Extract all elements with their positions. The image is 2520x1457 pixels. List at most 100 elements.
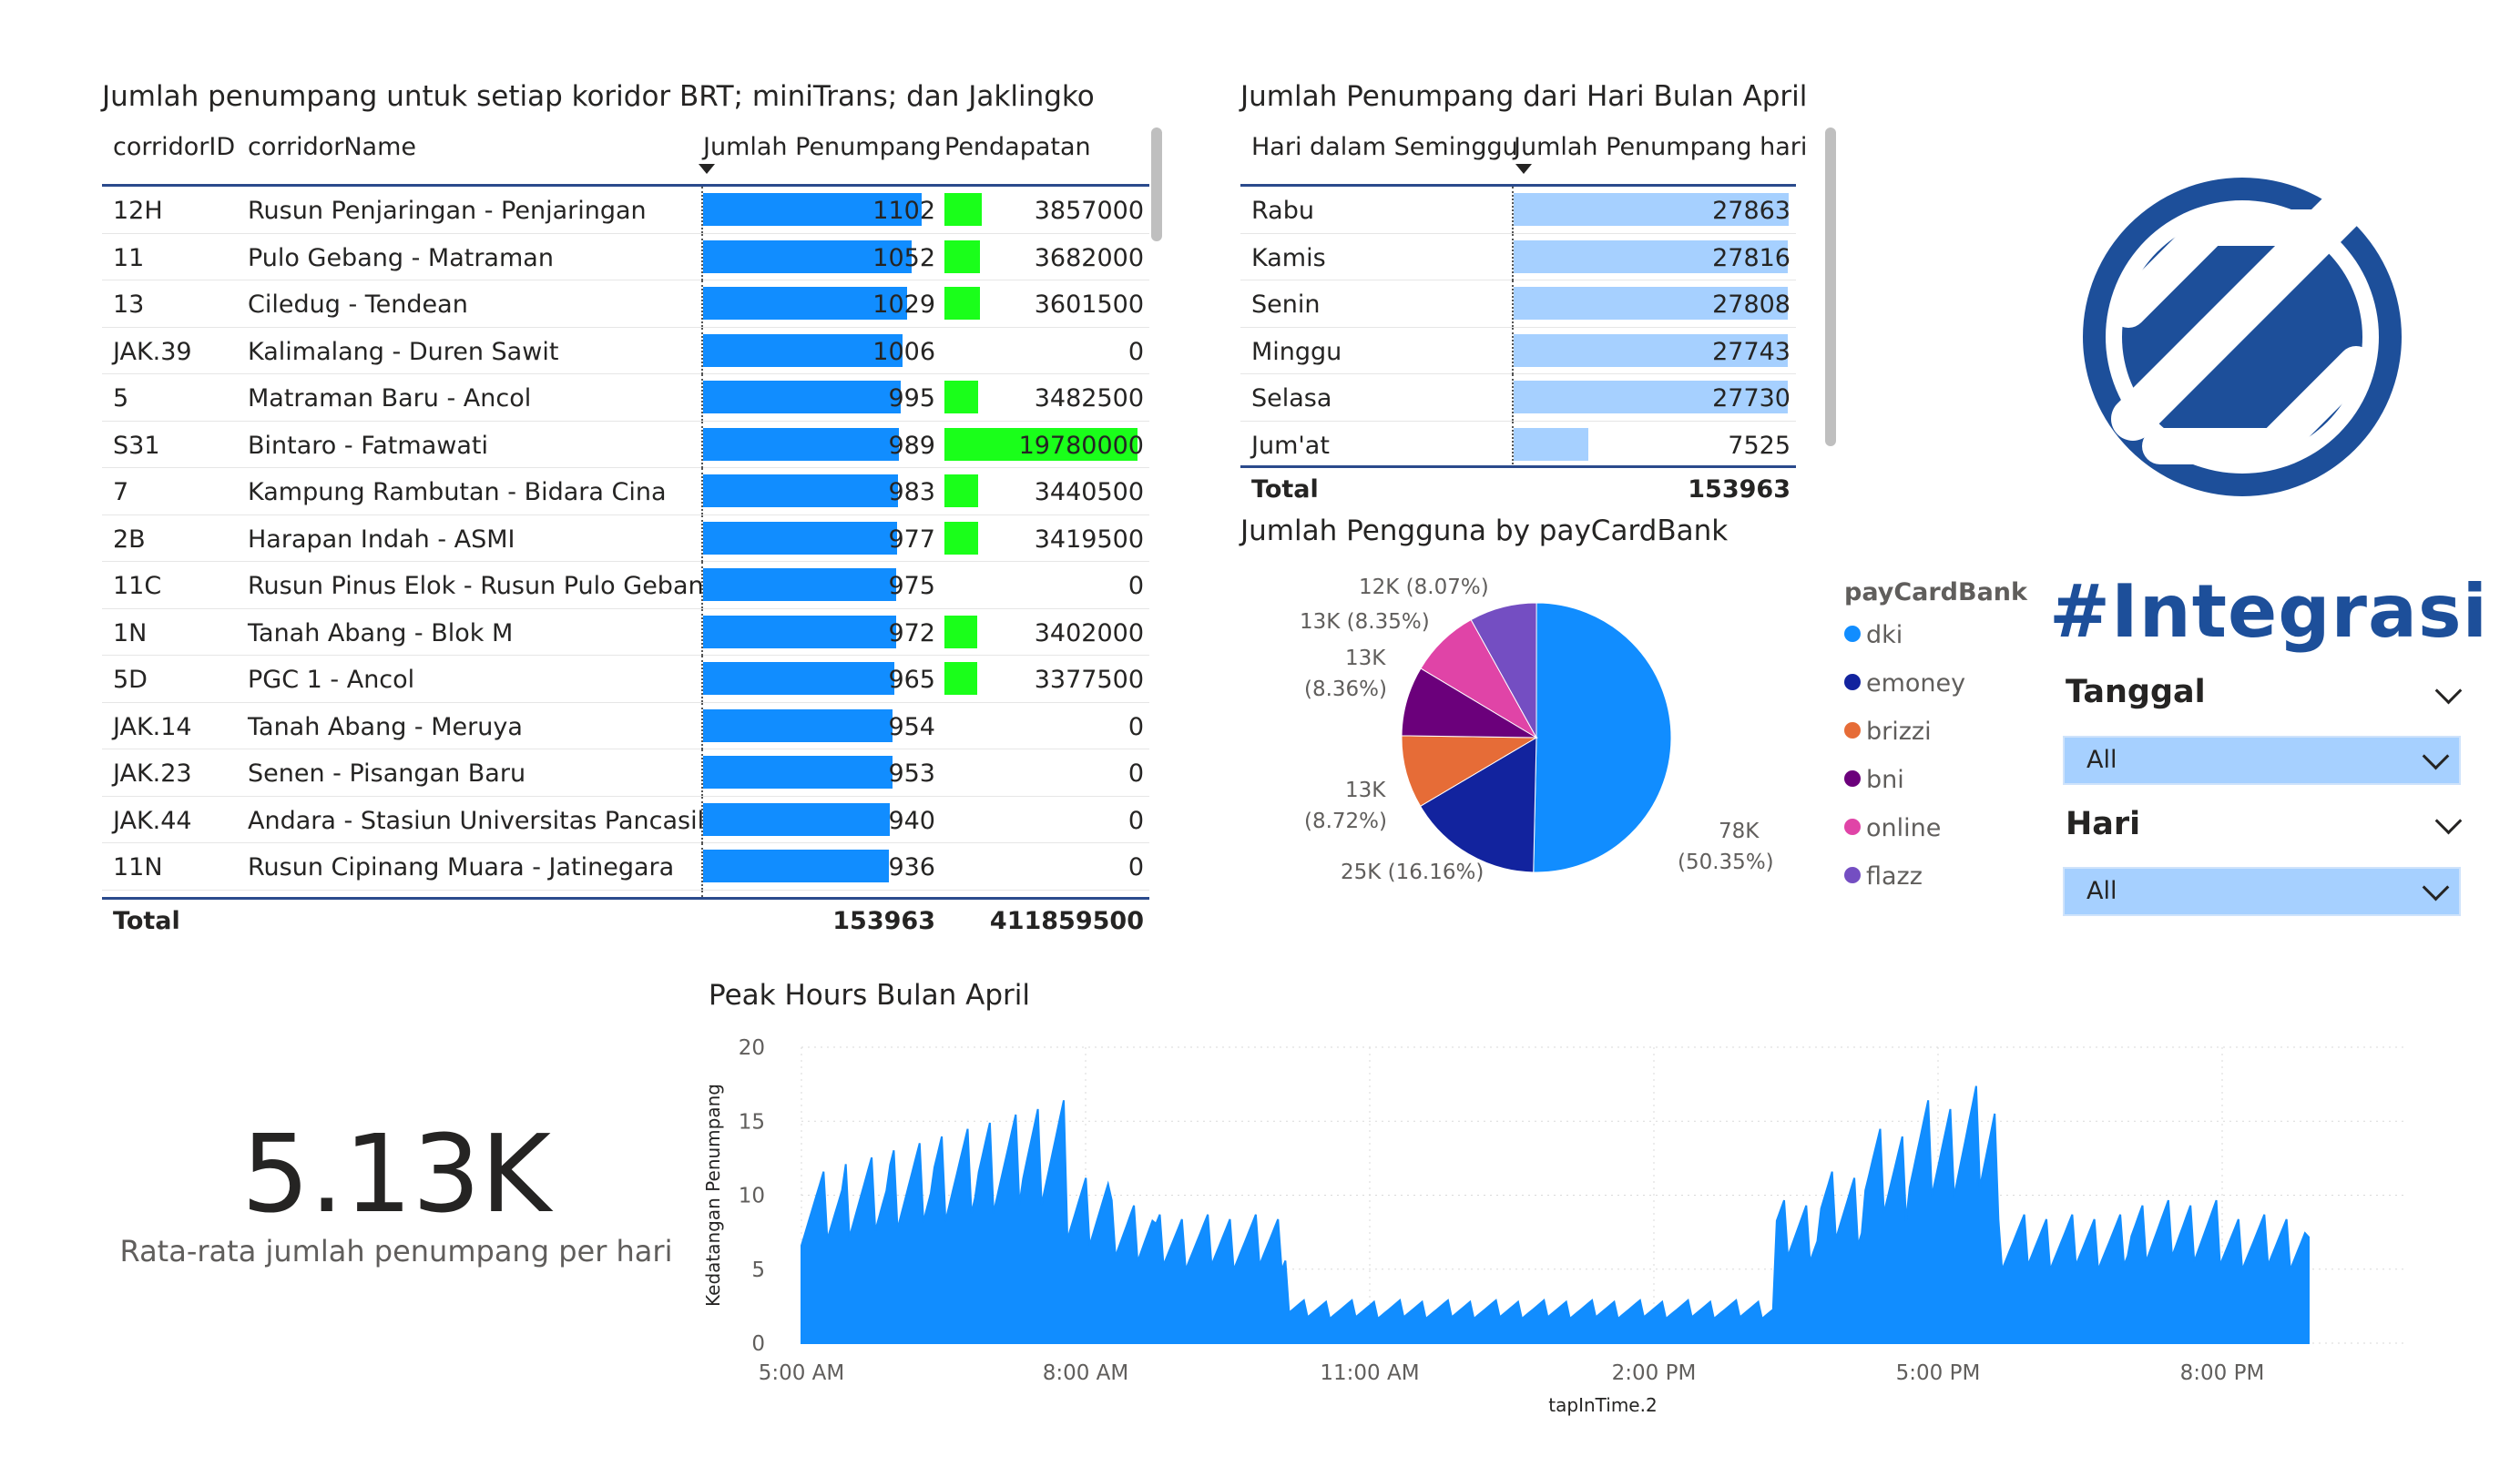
corridor-table-body: 12H Rusun Penjaringan - Penjaringan 1102 38…	[102, 187, 1149, 900]
corridor-table-scrollbar[interactable]	[1151, 127, 1162, 241]
table-row[interactable]: 11 Pulo Gebang - Matraman 1052 3682000	[102, 233, 1149, 280]
legend-dot-icon	[1844, 818, 1861, 835]
table-row[interactable]: 2B Harapan Indah - ASMI 977 3419500	[102, 515, 1149, 562]
bar-axis	[701, 562, 703, 608]
pendapatan-bar	[944, 521, 978, 555]
legend-label: emoney	[1866, 669, 1966, 698]
table-row[interactable]: 13 Ciledug - Tendean 1029 3601500	[102, 280, 1149, 328]
corridor-table-header: corridorID corridorName Jumlah Penumpang…	[102, 120, 1149, 187]
corridor-id: 11N	[113, 853, 163, 881]
corridor-id: 12H	[113, 197, 163, 225]
legend-dot-icon	[1844, 673, 1861, 690]
table-row[interactable]: JAK.14 Tanah Abang - Meruya 954 0	[102, 702, 1149, 749]
slicer-hari[interactable]: Hari	[2066, 806, 2463, 842]
table-row[interactable]: Minggu 27743	[1240, 327, 1796, 374]
slicer-tanggal-dropdown[interactable]: All	[2063, 736, 2461, 785]
col-jumlah-penumpang-hari[interactable]: Jumlah Penumpang hari	[1514, 133, 1807, 161]
col-pendapatan[interactable]: Pendapatan	[944, 133, 1091, 161]
penumpang-bar	[703, 521, 897, 555]
penumpang-value: 940	[888, 806, 935, 835]
corridor-name: PGC 1 - Ancol	[248, 666, 415, 694]
table-row[interactable]: JAK.39 Kalimalang - Duren Sawit 1006 0	[102, 327, 1149, 374]
chevron-down-icon[interactable]	[2434, 677, 2463, 705]
corridor-id: JAK.44	[113, 806, 192, 835]
legend-dot-icon	[1844, 625, 1861, 642]
corridor-name: Bintaro - Fatmawati	[248, 431, 488, 460]
day-table-scrollbar[interactable]	[1825, 127, 1836, 446]
table-row[interactable]: 7 Kampung Rambutan - Bidara Cina 983 344050…	[102, 468, 1149, 515]
pendapatan-value: 3601500	[1034, 290, 1144, 319]
legend-item-bni[interactable]: bni	[1844, 766, 1904, 794]
corridor-table: corridorID corridorName Jumlah Penumpang…	[102, 120, 1149, 945]
table-row[interactable]: 5 Matraman Baru - Ancol 995 3482500	[102, 374, 1149, 422]
table-row[interactable]: JAK.23 Senen - Pisangan Baru 953 0	[102, 749, 1149, 797]
table-row[interactable]: JAK.11Tanah Abang - Kebayoran Lama9290	[102, 890, 1149, 897]
pendapatan-bar	[944, 239, 981, 273]
day-value: 27816	[1712, 243, 1791, 272]
slicer-tanggal[interactable]: Tanggal	[2066, 674, 2463, 710]
col-corridor-name[interactable]: corridorName	[248, 133, 416, 161]
corridor-table-title: Jumlah penumpang untuk setiap koridor BR…	[102, 80, 1095, 113]
penumpang-value: 954	[888, 712, 935, 741]
penumpang-value: 989	[888, 431, 935, 460]
table-row[interactable]: JAK.44 Andara - Stasiun Universitas Panca…	[102, 796, 1149, 843]
penumpang-bar	[703, 381, 901, 413]
corridor-id: JAK.14	[113, 712, 192, 741]
pendapatan-value: 0	[1127, 806, 1144, 835]
legend-item-emoney[interactable]: emoney	[1844, 669, 1965, 698]
legend-item-flazz[interactable]: flazz	[1844, 862, 1923, 891]
penumpang-bar	[703, 850, 889, 882]
table-row[interactable]: 11N Rusun Cipinang Muara - Jatinegara 936 0	[102, 843, 1149, 891]
bar-axis	[1512, 187, 1514, 233]
legend-title: payCardBank	[1844, 578, 2027, 606]
col-jumlah-penumpang[interactable]: Jumlah Penumpang	[703, 133, 942, 161]
day-name: Kamis	[1251, 243, 1326, 272]
table-row[interactable]: Selasa 27730	[1240, 374, 1796, 422]
table-row[interactable]: 12H Rusun Penjaringan - Penjaringan 1102 38…	[102, 187, 1149, 234]
table-row[interactable]: Rabu 27863	[1240, 187, 1796, 234]
slicer-tanggal-value: All	[2086, 746, 2117, 774]
y-tick-label: 10	[739, 1185, 765, 1208]
corridor-name: Tanah Abang - Meruya	[248, 712, 523, 741]
penumpang-value: 1052	[872, 243, 935, 272]
pendapatan-value: 0	[1127, 712, 1144, 741]
penumpang-value: 975	[888, 572, 935, 600]
slicer-hari-dropdown[interactable]: All	[2063, 867, 2461, 916]
table-row[interactable]: 5D PGC 1 - Ancol 965 3377500	[102, 656, 1149, 703]
pie-slice-dki[interactable]	[1533, 602, 1672, 873]
col-corridor-id[interactable]: corridorID	[113, 133, 235, 161]
corridor-name: Ciledug - Tendean	[248, 290, 468, 319]
legend-item-online[interactable]: online	[1844, 814, 1941, 842]
legend-item-brizzi[interactable]: brizzi	[1844, 718, 1932, 746]
day-value: 27743	[1712, 337, 1791, 366]
x-tick-label: 5:00 PM	[1896, 1361, 1981, 1385]
chevron-down-icon[interactable]	[2434, 807, 2463, 835]
corridor-id: 5D	[113, 666, 148, 694]
table-row[interactable]: Senin 27808	[1240, 280, 1796, 328]
legend-dot-icon	[1844, 721, 1861, 739]
corridor-table-total: Total 153963 411859500	[102, 900, 1149, 945]
pie-chart: 78K (50.35%) 25K (16.16%) 13K (8.72%) 13K (8.3…	[1300, 576, 1774, 884]
col-hari[interactable]: Hari dalam Seminggu	[1251, 133, 1518, 161]
penumpang-bar	[703, 568, 897, 601]
corridor-id: 5	[113, 384, 129, 413]
peak-area-series[interactable]	[801, 1085, 2310, 1344]
bar-axis	[1512, 233, 1514, 280]
sort-desc-icon	[699, 164, 715, 174]
legend-label: brizzi	[1866, 718, 1932, 746]
table-row[interactable]: Kamis 27816	[1240, 233, 1796, 280]
corridor-name: Senen - Pisangan Baru	[248, 759, 526, 788]
y-tick-label: 20	[739, 1036, 765, 1060]
penumpang-value: 972	[888, 618, 935, 647]
slicer-tanggal-title: Tanggal	[2066, 674, 2206, 710]
pendapatan-value: 0	[1127, 853, 1144, 881]
legend-item-dki[interactable]: dki	[1844, 621, 1903, 649]
bar-axis	[701, 702, 703, 749]
table-row[interactable]: S31 Bintaro - Fatmawati 989 19780000	[102, 421, 1149, 468]
table-row[interactable]: Jum'at 7525	[1240, 421, 1796, 465]
day-name: Minggu	[1251, 337, 1342, 366]
table-row[interactable]: 11C Rusun Pinus Elok - Rusun Pulo Gebang 9…	[102, 562, 1149, 609]
day-name: Rabu	[1251, 197, 1314, 225]
table-row[interactable]: 1N Tanah Abang - Blok M 972 3402000	[102, 608, 1149, 656]
bar-axis	[701, 327, 703, 374]
